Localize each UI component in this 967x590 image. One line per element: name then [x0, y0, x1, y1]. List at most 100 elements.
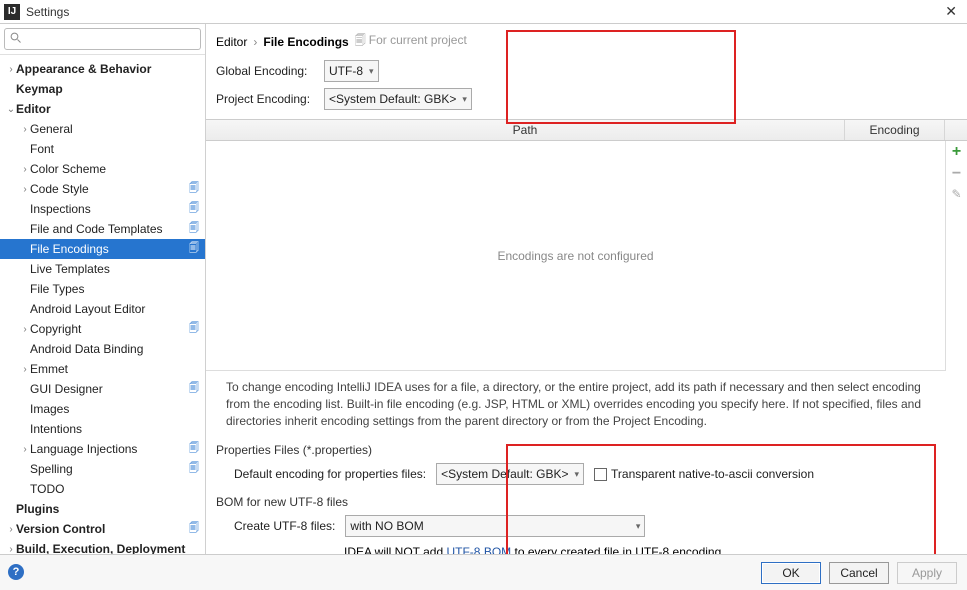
sidebar-item-inspections[interactable]: Inspections🗐: [0, 199, 205, 219]
chevron-icon: ⌄: [6, 104, 16, 115]
sidebar-item-label: Font: [30, 142, 54, 156]
encoding-table-body[interactable]: Encodings are not configured: [206, 141, 945, 371]
sidebar-item-plugins[interactable]: Plugins: [0, 499, 205, 519]
sidebar-item-label: Plugins: [16, 502, 59, 516]
sidebar-item-label: Code Style: [30, 182, 89, 196]
sidebar-item-editor[interactable]: ⌄Editor: [0, 99, 205, 119]
settings-tree[interactable]: ›Appearance & BehaviorKeymap⌄Editor›Gene…: [0, 55, 205, 569]
edit-icon[interactable]: ✎: [951, 187, 961, 201]
sidebar-item-language-injections[interactable]: ›Language Injections🗐: [0, 439, 205, 459]
sidebar-item-label: Color Scheme: [30, 162, 106, 176]
sidebar-item-label: Live Templates: [30, 262, 110, 276]
chevron-down-icon: ▾: [636, 521, 641, 532]
add-icon[interactable]: +: [952, 143, 961, 161]
sidebar-item-font[interactable]: Font: [0, 139, 205, 159]
main-area: ›Appearance & BehaviorKeymap⌄Editor›Gene…: [0, 24, 967, 569]
col-encoding[interactable]: Encoding: [845, 120, 945, 140]
sidebar-item-todo[interactable]: TODO: [0, 479, 205, 499]
sidebar-item-intentions[interactable]: Intentions: [0, 419, 205, 439]
title-bar: IJ Settings ✕: [0, 0, 967, 24]
ok-button[interactable]: OK: [761, 562, 821, 584]
properties-encoding-combo[interactable]: <System Default: GBK> ▾: [436, 463, 584, 485]
cancel-button[interactable]: Cancel: [829, 562, 889, 584]
sidebar-item-general[interactable]: ›General: [0, 119, 205, 139]
sidebar-item-images[interactable]: Images: [0, 399, 205, 419]
sidebar-item-label: Keymap: [16, 82, 63, 96]
sidebar-item-label: Language Injections: [30, 442, 137, 456]
sidebar-item-label: File Encodings: [30, 242, 109, 256]
sidebar-item-file-encodings[interactable]: File Encodings🗐: [0, 239, 205, 259]
breadcrumb-sep-icon: ›: [253, 35, 257, 49]
sidebar-item-label: Android Data Binding: [30, 342, 143, 356]
content-panel: Editor › File Encodings 🗐 For current pr…: [206, 24, 967, 569]
sidebar: ›Appearance & BehaviorKeymap⌄Editor›Gene…: [0, 24, 206, 569]
project-encoding-label: Project Encoding:: [216, 92, 316, 106]
sidebar-item-emmet[interactable]: ›Emmet: [0, 359, 205, 379]
sidebar-item-appearance-behavior[interactable]: ›Appearance & Behavior: [0, 59, 205, 79]
sidebar-item-android-layout-editor[interactable]: Android Layout Editor: [0, 299, 205, 319]
project-scope-icon: 🗐: [187, 462, 201, 476]
project-encoding-value: <System Default: GBK>: [329, 92, 456, 106]
sidebar-item-label: Intentions: [30, 422, 82, 436]
button-bar: ? OK Cancel Apply: [0, 554, 967, 590]
sidebar-item-spelling[interactable]: Spelling🗐: [0, 459, 205, 479]
window-title: Settings: [26, 5, 69, 19]
breadcrumb-leaf: File Encodings: [263, 35, 348, 49]
sidebar-item-code-style[interactable]: ›Code Style 🗐: [0, 179, 205, 199]
global-encoding-combo[interactable]: UTF-8 ▾: [324, 60, 379, 82]
chevron-icon: ›: [20, 324, 30, 335]
sidebar-item-file-and-code-templates[interactable]: File and Code Templates 🗐: [0, 219, 205, 239]
transparent-ascii-checkbox[interactable]: Transparent native-to-ascii conversion: [594, 467, 814, 481]
sidebar-item-label: Appearance & Behavior: [16, 62, 151, 76]
encoding-table-header: Path Encoding: [206, 119, 967, 141]
search-input[interactable]: [4, 28, 201, 50]
chevron-icon: ›: [6, 524, 16, 535]
chevron-icon: ›: [20, 444, 30, 455]
chevron-down-icon: ▾: [575, 469, 580, 480]
sidebar-item-label: File Types: [30, 282, 84, 296]
breadcrumb-root[interactable]: Editor: [216, 35, 247, 49]
checkbox-box-icon: [594, 468, 607, 481]
sidebar-item-label: Version Control: [16, 522, 105, 536]
table-toolstrip: + − ✎: [945, 141, 967, 371]
properties-section-title: Properties Files (*.properties): [206, 437, 967, 459]
close-icon[interactable]: ✕: [939, 1, 963, 22]
bom-label: Create UTF-8 files:: [234, 519, 335, 533]
sidebar-item-gui-designer[interactable]: GUI Designer 🗐: [0, 379, 205, 399]
chevron-down-icon: ▾: [369, 66, 374, 77]
remove-icon[interactable]: −: [952, 165, 961, 183]
sidebar-item-keymap[interactable]: Keymap: [0, 79, 205, 99]
apply-button[interactable]: Apply: [897, 562, 957, 584]
chevron-icon: ›: [20, 164, 30, 175]
sidebar-item-label: File and Code Templates: [30, 222, 163, 236]
bom-section-title: BOM for new UTF-8 files: [206, 489, 967, 511]
sidebar-item-label: Emmet: [30, 362, 68, 376]
bom-combo[interactable]: with NO BOM ▾: [345, 515, 645, 537]
sidebar-item-live-templates[interactable]: Live Templates: [0, 259, 205, 279]
sidebar-item-file-types[interactable]: File Types: [0, 279, 205, 299]
bom-value: with NO BOM: [350, 519, 423, 533]
sidebar-item-copyright[interactable]: ›Copyright🗐: [0, 319, 205, 339]
chevron-icon: ›: [20, 124, 30, 135]
project-scope-icon: 🗐: [187, 382, 201, 396]
sidebar-item-color-scheme[interactable]: ›Color Scheme: [0, 159, 205, 179]
breadcrumb: Editor › File Encodings 🗐 For current pr…: [206, 24, 967, 57]
properties-encoding-label: Default encoding for properties files:: [234, 467, 426, 481]
col-path[interactable]: Path: [206, 120, 845, 140]
project-scope-icon: 🗐: [187, 222, 201, 236]
properties-encoding-row: Default encoding for properties files: <…: [206, 459, 967, 489]
project-scope-icon: 🗐: [187, 182, 201, 196]
search-icon: [10, 32, 22, 44]
project-encoding-row: Project Encoding: <System Default: GBK> …: [206, 85, 967, 113]
sidebar-item-label: GUI Designer: [30, 382, 103, 396]
sidebar-item-android-data-binding[interactable]: Android Data Binding: [0, 339, 205, 359]
help-icon[interactable]: ?: [8, 564, 24, 580]
global-encoding-label: Global Encoding:: [216, 64, 316, 78]
encoding-help-text: To change encoding IntelliJ IDEA uses fo…: [206, 371, 967, 437]
app-logo-icon: IJ: [4, 4, 20, 20]
project-scope-icon: 🗐: [187, 202, 201, 216]
checkbox-label: Transparent native-to-ascii conversion: [611, 467, 814, 481]
sidebar-item-version-control[interactable]: ›Version Control🗐: [0, 519, 205, 539]
project-encoding-combo[interactable]: <System Default: GBK> ▾: [324, 88, 472, 110]
chevron-icon: ›: [20, 184, 30, 195]
